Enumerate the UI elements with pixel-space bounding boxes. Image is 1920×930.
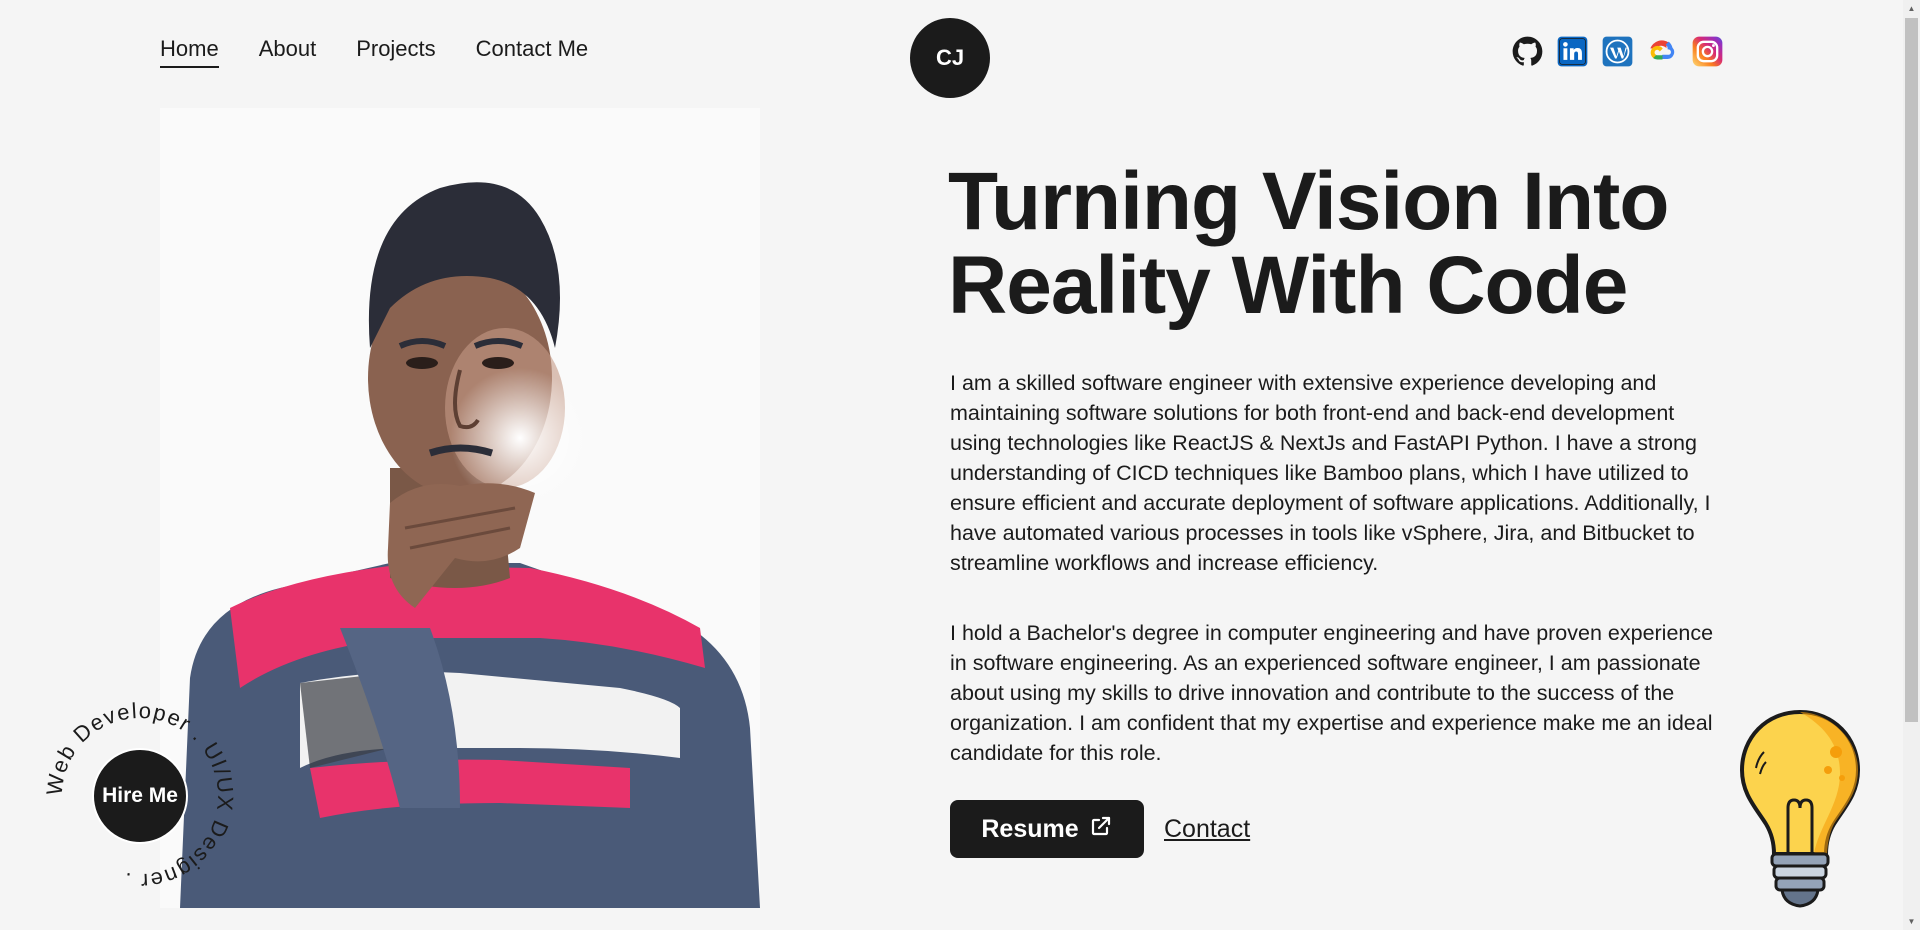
site-logo[interactable]: CJ xyxy=(910,18,990,98)
light-bulb-icon xyxy=(1736,708,1864,918)
google-cloud-icon[interactable] xyxy=(1647,36,1678,67)
resume-button-label: Resume xyxy=(981,814,1079,843)
nav-home-link[interactable]: Home xyxy=(160,36,219,68)
hire-me-badge: Web Developer . UI/UX Designer . Hire Me xyxy=(40,696,240,896)
hero-paragraph-2: I hold a Bachelor's degree in computer e… xyxy=(950,621,1714,765)
nav-about-link[interactable]: About xyxy=(259,36,317,68)
scroll-down-arrow[interactable]: ▼ xyxy=(1903,913,1920,930)
main-nav: Home About Projects Contact Me xyxy=(160,36,588,68)
resume-button[interactable]: Resume xyxy=(950,800,1144,858)
portfolio-page: Home About Projects Contact Me CJ Web De… xyxy=(0,0,1920,930)
instagram-icon[interactable] xyxy=(1692,36,1723,67)
linkedin-icon[interactable] xyxy=(1557,36,1588,67)
nav-projects-link[interactable]: Projects xyxy=(356,36,435,68)
external-link-icon xyxy=(1089,814,1113,845)
hero-headline: Turning Vision Into Reality With Code xyxy=(948,156,1669,331)
hire-me-button[interactable]: Hire Me xyxy=(92,748,188,844)
scroll-up-arrow[interactable]: ▲ xyxy=(1903,0,1920,17)
github-icon[interactable] xyxy=(1512,36,1543,67)
nav-contact-link[interactable]: Contact Me xyxy=(476,36,589,68)
social-links xyxy=(1512,36,1723,67)
scroll-thumb[interactable] xyxy=(1905,18,1918,722)
wordpress-icon[interactable] xyxy=(1602,36,1633,67)
vertical-scrollbar[interactable]: ▲ ▼ xyxy=(1903,0,1920,930)
contact-link[interactable]: Contact xyxy=(1164,815,1250,844)
hero-actions: Resume Contact xyxy=(950,800,1250,858)
profile-photo xyxy=(160,108,760,908)
hero-paragraph-1: I am a skilled software engineer with ex… xyxy=(950,371,1711,575)
